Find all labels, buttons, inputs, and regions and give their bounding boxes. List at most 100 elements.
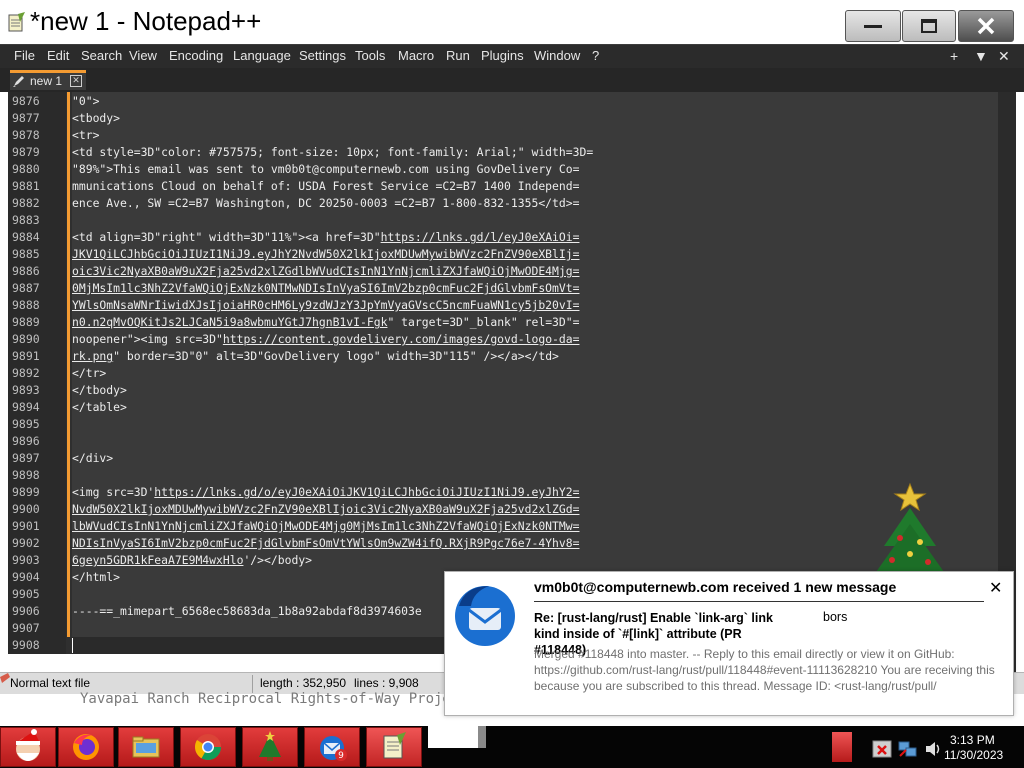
menu-window[interactable]: Window	[534, 48, 580, 63]
code-url[interactable]: NvdW50X2lkIjoxMDUwMywibWVzc2FnZV90eXBlIj…	[72, 502, 579, 516]
code-line[interactable]: 0MjMsIm1lc3NhZ2VfaWQiOjExNzk0NTMwNDIsInV…	[72, 280, 579, 297]
code-line[interactable]: </tbody>	[72, 382, 127, 399]
line-number: 9886	[12, 264, 40, 278]
taskbar-chrome[interactable]	[180, 727, 236, 767]
line-number: 9892	[12, 366, 40, 380]
code-line[interactable]: </tr>	[72, 365, 106, 382]
code-line[interactable]: NDIsInVyaSI6ImV2bzp0cmFuc2FjdGlvbmFsOmVt…	[72, 535, 579, 552]
code-line[interactable]: <tr>	[72, 127, 99, 144]
menu-settings[interactable]: Settings	[299, 48, 346, 63]
code-line[interactable]: <td align=3D"right" width=3D"11%"><a hre…	[72, 229, 579, 246]
code-url[interactable]: NDIsInVyaSI6ImV2bzp0cmFuc2FjdGlvbmFsOmVt…	[72, 536, 579, 550]
code-url[interactable]: rk.png	[72, 349, 113, 363]
new-tab-button[interactable]: +	[950, 48, 958, 64]
code-url[interactable]: JKV1QiLCJhbGciOiJIUzI1NiJ9.eyJhY2NvdW50X…	[72, 247, 579, 261]
menu-help[interactable]: ?	[592, 48, 599, 63]
menu-search[interactable]: Search	[81, 48, 122, 63]
tab-close-icon[interactable]: ✕	[70, 75, 82, 87]
close-document-button[interactable]: ✕	[998, 48, 1010, 65]
code-line[interactable]: noopener"><img src=3D"https://content.go…	[72, 331, 579, 348]
folder-icon	[132, 736, 160, 758]
minimize-button[interactable]	[845, 10, 901, 42]
code-line[interactable]: <img src=3D'https://lnks.gd/o/eyJ0eXAiOi…	[72, 484, 579, 501]
tab-list-dropdown[interactable]: ▼	[974, 48, 988, 64]
clock-date[interactable]: 11/30/2023	[944, 748, 1003, 762]
code-line[interactable]: ----==_mimepart_6568ec58683da_1b8a92abda…	[72, 603, 422, 620]
menu-tools[interactable]: Tools	[355, 48, 385, 63]
code-url[interactable]: 6geyn5GDR1kFeaA7E9M4wxHlo	[72, 553, 243, 567]
taskbar-thunderbird[interactable]: 9	[304, 727, 360, 767]
code-line[interactable]: <tbody>	[72, 110, 120, 127]
code-line[interactable]: "89%">This email was sent to vm0b0t@comp…	[72, 161, 579, 178]
menu-file[interactable]: File	[14, 48, 35, 63]
chrome-icon	[194, 734, 222, 761]
menu-language[interactable]: Language	[233, 48, 291, 63]
code-line[interactable]: 6geyn5GDR1kFeaA7E9M4wxHlo'/></body>	[72, 552, 312, 569]
maximize-button[interactable]	[902, 10, 956, 42]
code-line[interactable]: lbWVudCIsInN1YnNjcmliZXJfaWQiOjMwODE4Mjg…	[72, 518, 579, 535]
menu-macro[interactable]: Macro	[398, 48, 434, 63]
code-text-tail: '/></body>	[243, 553, 313, 567]
action-center-icon[interactable]	[872, 738, 894, 760]
thunderbird-logo-icon	[455, 586, 515, 646]
notification-title: vm0b0t@computernewb.com received 1 new m…	[534, 579, 897, 595]
code-url[interactable]: lbWVudCIsInN1YnNjcmliZXJfaWQiOjMwODE4Mjg…	[72, 519, 579, 533]
code-text: </tr>	[72, 366, 107, 380]
code-line[interactable]: oic3Vic2NyaXB0aW9uX2Fja25vd2xlZGdlbWVudC…	[72, 263, 579, 280]
line-number: 9887	[12, 281, 40, 295]
code-url[interactable]: https://lnks.gd/o/eyJ0eXAiOiJKV1QiLCJhbG…	[154, 485, 579, 499]
line-number: 9876	[12, 94, 40, 108]
line-number: 9893	[12, 383, 40, 397]
code-url[interactable]: n0.n2qMvOQKitJs2LJCaN5i9a8wbmuYGtJ7hgnB1…	[72, 315, 387, 329]
code-line[interactable]: YWlsOmNsaWNrIiwidXJsIjoiaHR0cHM6Ly9zdWJz…	[72, 297, 579, 314]
code-line[interactable]: n0.n2qMvOQKitJs2LJCaN5i9a8wbmuYGtJ7hgnB1…	[72, 314, 580, 331]
editor-area[interactable]: 9876 "0"> 9877 <tbody> 9878 <tr> 9879 <td style…	[8, 92, 998, 654]
code-line[interactable]: "0">	[72, 93, 99, 110]
code-line[interactable]: rk.png" border=3D"0" alt=3D"GovDelivery …	[72, 348, 559, 365]
menu-run[interactable]: Run	[446, 48, 470, 63]
close-button[interactable]	[958, 10, 1014, 42]
text-caret	[72, 638, 73, 653]
taskbar-file-explorer[interactable]	[118, 727, 174, 767]
line-number: 9900	[12, 502, 40, 516]
code-line[interactable]: <td style=3D"color: #757575; font-size: …	[72, 144, 593, 161]
line-number: 9905	[12, 587, 40, 601]
menu-plugins[interactable]: Plugins	[481, 48, 524, 63]
tray-show-hidden[interactable]	[832, 732, 852, 762]
code-line[interactable]: </html>	[72, 569, 120, 586]
line-number: 9888	[12, 298, 40, 312]
line-number: 9882	[12, 196, 40, 210]
start-button[interactable]	[0, 727, 56, 767]
code-line[interactable]: mmunications Cloud on behalf of: USDA Fo…	[72, 178, 579, 195]
menu-edit[interactable]: Edit	[47, 48, 69, 63]
menu-bar: File Edit Search View Encoding Language …	[0, 44, 1024, 68]
menu-encoding[interactable]: Encoding	[169, 48, 223, 63]
tab-new-1[interactable]: new 1 ✕	[10, 70, 86, 90]
santa-icon	[16, 729, 40, 761]
code-line[interactable]: ence Ave., SW =C2=B7 Washington, DC 2025…	[72, 195, 579, 212]
code-url[interactable]: https://lnks.gd/l/eyJ0eXAiOi=	[381, 230, 580, 244]
clock-time[interactable]: 3:13 PM	[950, 733, 995, 747]
code-line[interactable]: </div>	[72, 450, 113, 467]
line-number: 9880	[12, 162, 40, 176]
new-mail-notification[interactable]: vm0b0t@computernewb.com received 1 new m…	[444, 571, 1014, 716]
code-line[interactable]: JKV1QiLCJhbGciOiJIUzI1NiJ9.eyJhY2NvdW50X…	[72, 246, 579, 263]
line-number: 9896	[12, 434, 40, 448]
code-line[interactable]: </table>	[72, 399, 127, 416]
taskbar-christmas-app[interactable]	[242, 727, 298, 767]
code-url[interactable]: https://content.govdelivery.com/images/g…	[223, 332, 580, 346]
volume-icon[interactable]	[924, 739, 944, 759]
code-text: mmunications Cloud on behalf of: USDA Fo…	[72, 179, 580, 193]
code-url[interactable]: oic3Vic2NyaXB0aW9uX2Fja25vd2xlZGdlbWVudC…	[72, 264, 579, 278]
code-url[interactable]: YWlsOmNsaWNrIiwidXJsIjoiaHR0cHM6Ly9zdWJz…	[72, 298, 579, 312]
taskbar-firefox[interactable]	[58, 727, 114, 767]
menu-view[interactable]: View	[129, 48, 157, 63]
notification-preview: Merged #118448 into master. -- Reply to …	[534, 647, 995, 693]
code-line[interactable]: NvdW50X2lkIjoxMDUwMywibWVzc2FnZV90eXBlIj…	[72, 501, 579, 518]
network-icon[interactable]	[896, 736, 920, 760]
taskbar-notepad-plus-plus[interactable]	[366, 727, 422, 767]
code-url[interactable]: 0MjMsIm1lc3NhZ2VfaWQiOjExNzk0NTMwNDIsInV…	[72, 281, 579, 295]
title-bar[interactable]: *new 1 - Notepad++	[0, 0, 1024, 44]
notification-close-button[interactable]: ✕	[989, 578, 1002, 597]
status-file-type: Normal text file	[10, 676, 91, 690]
